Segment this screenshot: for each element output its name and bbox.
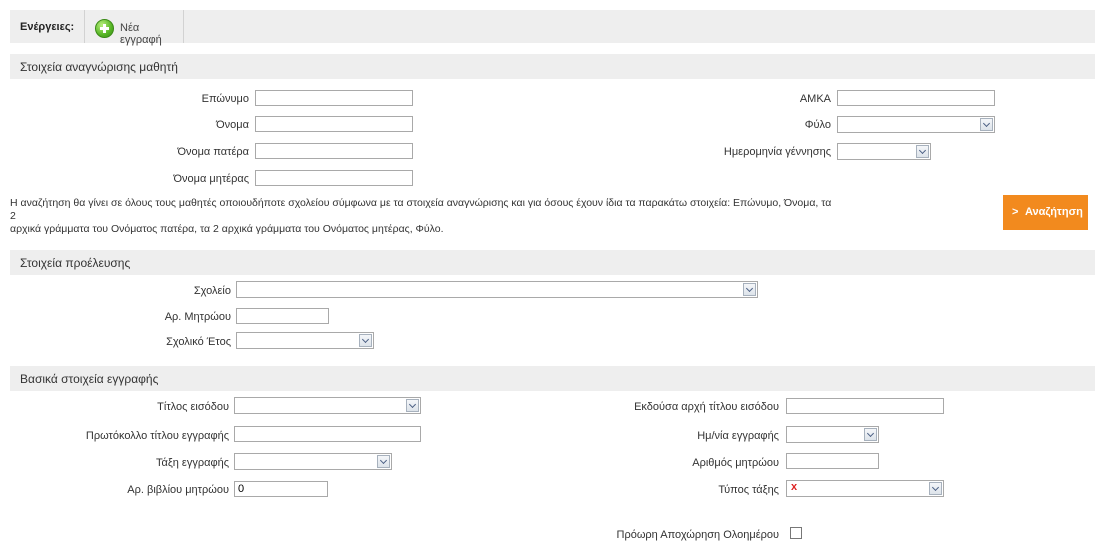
grade-label: Τάξη εγγραφής [155,457,229,469]
chevron-down-icon [916,145,929,158]
chevron-down-icon [377,455,390,468]
search-note-line: αρχικά γράμματα του Ονόματος πατέρα, τα … [10,223,444,235]
surname-label: Επώνυμο [201,93,249,105]
registry-number-input[interactable] [786,453,879,469]
chevron-down-icon [864,428,877,441]
chevron-right-icon: > [1012,206,1019,218]
new-record-button[interactable]: Νέα εγγραφή [87,10,183,46]
book-no-input[interactable] [234,481,328,497]
reg-date-label: Ημ/νία εγγραφής [697,430,779,442]
actions-label: Ενέργειες: [20,21,75,33]
chevron-down-icon [929,482,942,495]
class-type-select[interactable]: x [786,480,944,497]
name-label: Όνομα [216,119,249,131]
registry-no-input[interactable] [236,308,329,324]
birthdate-label: Ημερομηνία γέννησης [723,146,831,158]
section-title: Βασικά στοιχεία εγγραφής [20,372,159,386]
toolbar-divider [183,10,184,43]
search-note: Η αναζήτηση θα γίνει σε όλους τους μαθητ… [10,197,840,236]
section-header-identification: Στοιχεία αναγνώρισης μαθητή [10,54,1095,79]
school-year-label: Σχολικό Έτος [166,336,231,348]
school-select[interactable] [236,281,758,298]
gender-select[interactable] [837,116,995,133]
search-note-line: Η αναζήτηση θα γίνει σε όλους τους μαθητ… [10,197,832,222]
school-year-select[interactable] [236,332,374,349]
chevron-down-icon [359,334,372,347]
surname-input[interactable] [255,90,413,106]
amka-input[interactable] [837,90,995,106]
issuing-authority-input[interactable] [786,398,944,414]
chevron-down-icon [980,118,993,131]
new-record-label: Νέα εγγραφή [120,22,162,46]
search-button-label: Αναζήτηση [1025,206,1083,218]
chevron-down-icon [743,283,756,296]
entry-title-select[interactable] [234,397,421,414]
chevron-down-icon [406,399,419,412]
mother-name-label: Όνομα μητέρας [173,173,249,185]
birthdate-select[interactable] [837,143,931,160]
registry-number-label: Αριθμός μητρώου [692,457,779,469]
school-label: Σχολείο [193,285,231,297]
book-no-label: Αρ. βιβλίου μητρώου [127,484,229,496]
registry-no-label: Αρ. Μητρώου [164,311,231,323]
father-name-label: Όνομα πατέρα [177,146,249,158]
mother-name-input[interactable] [255,170,413,186]
add-icon [95,19,114,38]
search-button[interactable]: > Αναζήτηση [1003,195,1088,230]
section-header-registration: Βασικά στοιχεία εγγραφής [10,366,1095,391]
protocol-label: Πρωτόκολλο τίτλου εγγραφής [85,430,229,442]
toolbar-divider [84,10,85,43]
reg-date-select[interactable] [786,426,879,443]
father-name-input[interactable] [255,143,413,159]
section-title: Στοιχεία αναγνώρισης μαθητή [20,60,178,74]
protocol-input[interactable] [234,426,421,442]
issuing-authority-label: Εκδούσα αρχή τίτλου εισόδου [634,401,779,413]
name-input[interactable] [255,116,413,132]
entry-title-label: Τίτλος εισόδου [157,401,229,413]
class-type-label: Τύπος τάξης [718,484,779,496]
grade-select[interactable] [234,453,392,470]
actions-toolbar: Ενέργειες: Νέα εγγραφή [10,10,1095,46]
early-leave-label: Πρόωρη Αποχώρηση Ολοημέρου [616,529,780,541]
early-leave-checkbox[interactable] [790,527,802,539]
section-title: Στοιχεία προέλευσης [20,256,131,270]
section-header-origin: Στοιχεία προέλευσης [10,250,1095,275]
gender-label: Φύλο [804,119,831,131]
amka-label: ΑΜΚΑ [799,93,831,105]
error-icon: x [791,481,798,493]
